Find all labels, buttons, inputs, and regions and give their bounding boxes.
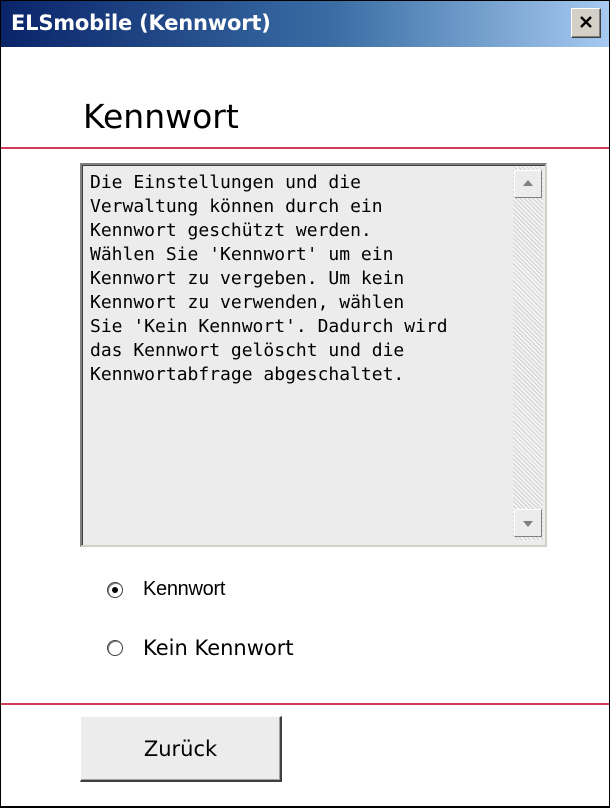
dialog-window: ELSmobile (Kennwort) Kennwort Die Einste…: [0, 0, 610, 808]
info-textbox[interactable]: Die Einstellungen und die Verwaltung kön…: [80, 163, 547, 547]
vertical-scrollbar[interactable]: [513, 167, 543, 540]
info-text: Die Einstellungen und die Verwaltung kön…: [90, 172, 448, 385]
arrow-up-icon: [523, 180, 533, 186]
close-icon: [580, 16, 592, 28]
radio-kennwort[interactable]: Kennwort: [107, 578, 225, 601]
close-button[interactable]: [571, 8, 601, 38]
title-bar: ELSmobile (Kennwort): [1, 1, 609, 47]
radio-button-selected[interactable]: [107, 581, 123, 598]
window-title: ELSmobile (Kennwort): [11, 11, 271, 35]
back-button[interactable]: Zurück: [80, 716, 282, 782]
radio-kein-kennwort[interactable]: Kein Kennwort: [107, 636, 294, 660]
radio-dot-icon: [112, 586, 118, 593]
divider-bottom: [1, 703, 609, 705]
page-title: Kennwort: [83, 97, 239, 136]
arrow-down-icon: [523, 521, 533, 527]
radio-label: Kennwort: [143, 578, 226, 600]
scroll-up-button[interactable]: [514, 170, 542, 198]
divider-top: [1, 147, 609, 149]
scroll-down-button[interactable]: [514, 509, 542, 537]
radio-button[interactable]: [107, 640, 123, 656]
radio-label: Kein Kennwort: [143, 636, 294, 660]
